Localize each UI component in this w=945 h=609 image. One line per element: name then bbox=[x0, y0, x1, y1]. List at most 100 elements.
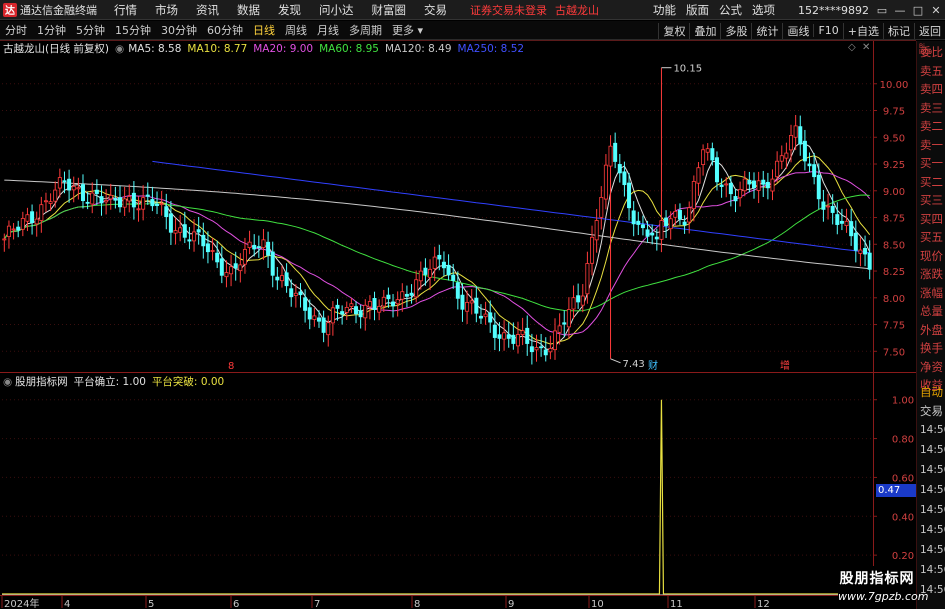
candle-body bbox=[391, 301, 396, 307]
candle-body bbox=[747, 179, 752, 185]
candle-body bbox=[557, 325, 562, 333]
candle-body bbox=[802, 140, 807, 162]
candle-body bbox=[196, 229, 201, 233]
low-annotation: 7.43 bbox=[623, 359, 645, 370]
candle-body bbox=[349, 303, 354, 307]
candle-body bbox=[789, 135, 794, 151]
candle-body bbox=[580, 295, 585, 306]
candle-body bbox=[812, 164, 817, 178]
candle-body bbox=[168, 213, 173, 233]
candle-body bbox=[863, 247, 868, 255]
trade-time: 14:56 bbox=[920, 424, 945, 436]
candle-body bbox=[853, 232, 858, 251]
candle-body bbox=[307, 307, 312, 320]
candle-body bbox=[247, 241, 252, 248]
price-tick-label: 8.00 bbox=[883, 294, 905, 305]
candle-body bbox=[386, 294, 391, 300]
candle-body bbox=[830, 205, 835, 213]
candle-body bbox=[807, 163, 812, 167]
trade-label[interactable]: 交易 bbox=[917, 402, 945, 421]
candle-body bbox=[340, 311, 345, 315]
candle-body bbox=[548, 348, 553, 353]
kline-chart[interactable]: 10.00 9.75 9.50 9.25 9.00 8.75 8.50 8.25 8.00 7.7… bbox=[0, 0, 916, 609]
close-chart-icon[interactable]: ✕ bbox=[862, 42, 870, 53]
candle-body bbox=[229, 266, 234, 275]
date-label: 6 bbox=[233, 599, 239, 609]
candle-body bbox=[266, 241, 271, 256]
price-tick-label: 9.75 bbox=[883, 107, 905, 118]
candle-body bbox=[363, 304, 368, 319]
candle-body bbox=[57, 177, 62, 189]
collapse-icon[interactable]: ◇ bbox=[848, 42, 856, 53]
candle-body bbox=[650, 232, 655, 236]
candle-body bbox=[529, 346, 534, 353]
ma250-label: MA250: 8.52 bbox=[457, 42, 525, 55]
candle-body bbox=[99, 196, 104, 204]
candle-body bbox=[474, 297, 479, 314]
indicator-tick-label: 1.00 bbox=[892, 396, 914, 407]
price-tick-label: 8.50 bbox=[883, 240, 905, 251]
candle-body bbox=[113, 198, 118, 201]
price-tick-label: 8.75 bbox=[883, 214, 905, 225]
candle-body bbox=[178, 227, 183, 233]
candle-body bbox=[428, 268, 433, 278]
candle-body bbox=[515, 334, 520, 347]
candle-body bbox=[816, 174, 821, 200]
candle-body bbox=[335, 304, 340, 309]
candle-body bbox=[492, 324, 497, 338]
candle-body bbox=[321, 317, 326, 333]
candle-body bbox=[30, 211, 35, 224]
trade-time: 14:56 bbox=[920, 464, 945, 476]
watermark-title: 股朋指标网 bbox=[839, 571, 915, 587]
quote-field-label: 卖一 bbox=[920, 137, 943, 152]
candle-body bbox=[566, 309, 571, 328]
candle-body bbox=[603, 164, 608, 200]
candle-body bbox=[594, 220, 599, 241]
candle-body bbox=[659, 220, 664, 240]
candle-body bbox=[664, 217, 669, 226]
candle-body bbox=[696, 167, 701, 184]
indicator-name[interactable]: 股朋指标网 bbox=[15, 374, 68, 389]
candle-body bbox=[710, 148, 715, 161]
candle-body bbox=[543, 349, 548, 356]
indicator-settings-icon[interactable]: ◉ bbox=[3, 376, 12, 388]
candle-body bbox=[478, 315, 483, 319]
quote-field-label: 买二 bbox=[920, 174, 943, 189]
candle-body bbox=[525, 327, 530, 344]
candle-body bbox=[798, 126, 803, 145]
candle-body bbox=[705, 148, 710, 153]
candle-body bbox=[62, 180, 67, 183]
price-tick-label: 9.50 bbox=[883, 133, 905, 144]
candle-body bbox=[645, 229, 650, 237]
candle-body bbox=[488, 312, 493, 323]
candle-body bbox=[155, 203, 160, 206]
candle-body bbox=[85, 201, 90, 204]
breakout-signal-line bbox=[2, 399, 872, 595]
auto-trade-label[interactable]: 自动 bbox=[917, 383, 945, 402]
trade-times-list: 14:56 14:56 14:56 14:56 14:56 14:56 14:56 14:56… bbox=[917, 420, 945, 600]
candle-body bbox=[279, 275, 284, 282]
candle-body bbox=[418, 270, 423, 282]
candle-body bbox=[562, 322, 567, 325]
close-icon[interactable]: ✕ bbox=[927, 4, 945, 17]
ma20-label: MA20: 9.00 bbox=[253, 42, 314, 55]
candle-body bbox=[733, 196, 738, 202]
candle-body bbox=[182, 224, 187, 238]
candle-body bbox=[409, 292, 414, 296]
candle-body bbox=[303, 297, 308, 311]
date-label: 9 bbox=[508, 599, 514, 609]
settings-icon[interactable]: ◉ bbox=[115, 43, 124, 55]
candle-body bbox=[108, 194, 113, 200]
candle-body bbox=[469, 300, 474, 304]
candle-body bbox=[608, 145, 613, 167]
candle-body bbox=[284, 272, 289, 287]
ma60-label: MA60: 8.95 bbox=[319, 42, 379, 55]
candle-body bbox=[404, 293, 409, 297]
ratio-sub-label: Bi l000 bbox=[919, 43, 933, 56]
moving-average-lines bbox=[3, 142, 871, 351]
trade-time: 14:56 bbox=[920, 484, 945, 496]
candle-body bbox=[654, 236, 659, 240]
back-button[interactable]: 返回 bbox=[914, 22, 945, 39]
ma120-label: MA120: 8.49 bbox=[384, 42, 452, 55]
candle-body bbox=[39, 204, 44, 221]
